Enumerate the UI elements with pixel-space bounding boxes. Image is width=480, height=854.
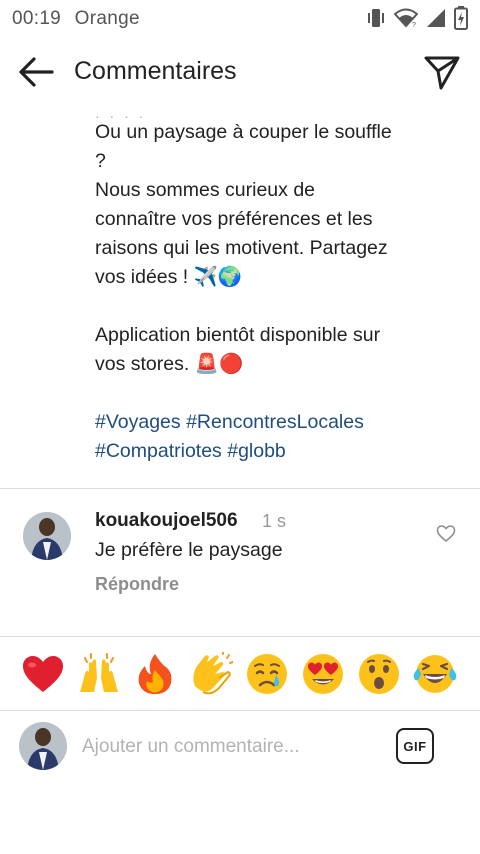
red-heart-emoji-icon [23, 656, 63, 692]
caption-line: vos stores. 🚨🔴 [95, 353, 244, 375]
comment-input[interactable] [82, 730, 372, 764]
wifi-icon: ? [394, 8, 418, 28]
raising-hands-emoji-icon [80, 653, 118, 692]
share-button[interactable] [422, 52, 462, 92]
hashtag-link[interactable]: #Voyages #RencontresLocales [95, 408, 435, 437]
comment-item: kouakoujoel506 1 s Je préfère le paysage… [0, 500, 480, 620]
page-title: Commentaires [74, 57, 237, 85]
status-left: 00:19 Orange [12, 8, 148, 30]
gif-button[interactable]: GIF [396, 728, 434, 764]
emoji-clapping-hands-button[interactable] [187, 650, 235, 698]
comment-time: 1 s [262, 511, 287, 531]
vibrate-icon [368, 9, 384, 27]
avatar [19, 722, 67, 770]
emoji-heart-eyes-button[interactable] [299, 650, 347, 698]
header: Commentaires [0, 36, 480, 108]
emoji-raising-hands-button[interactable] [75, 650, 123, 698]
caption-line: vos idées ! ✈️🌍 [95, 266, 243, 288]
hashtag-link[interactable]: #Compatriotes #globb [95, 437, 435, 466]
status-carrier: Orange [74, 8, 140, 29]
emoji-crying-face-button[interactable] [243, 650, 291, 698]
comment-text: Je préfère le paysage [95, 539, 283, 561]
caption-line: Application bientôt disponible sur [95, 324, 381, 346]
emoji-fire-button[interactable] [131, 650, 179, 698]
divider [0, 488, 480, 489]
svg-text:?: ? [412, 22, 416, 28]
like-button[interactable] [436, 524, 456, 544]
divider [0, 636, 480, 637]
heart-eyes-emoji-icon [303, 654, 343, 694]
surprised-face-emoji-icon [359, 654, 399, 694]
signal-icon [427, 9, 445, 27]
tears-of-joy-emoji-icon [413, 655, 457, 693]
fire-emoji-icon [138, 654, 172, 694]
emoji-heart-button[interactable] [19, 650, 67, 698]
emoji-tears-of-joy-button[interactable] [411, 650, 459, 698]
caption-line: connaître vos préférences et les [95, 208, 373, 230]
status-icons: ? [366, 6, 468, 30]
post-caption: · · · · Ou un paysage à couper le souffl… [95, 108, 435, 466]
arrow-left-icon [19, 57, 54, 87]
paper-plane-icon [424, 56, 460, 90]
heart-outline-icon [436, 525, 456, 542]
caption-line: raisons qui les motivent. Partagez [95, 237, 388, 259]
comment-input-bar: GIF [0, 712, 480, 782]
clapping-hands-emoji-icon [193, 652, 233, 695]
caption-line: ? [95, 150, 106, 172]
reply-button[interactable]: Répondre [95, 574, 179, 595]
caption-line: Nous sommes curieux de [95, 179, 316, 201]
truncation-dots: · · · · [95, 108, 147, 124]
avatar[interactable] [23, 512, 71, 560]
status-time: 00:19 [12, 8, 62, 29]
emoji-surprised-face-button[interactable] [355, 650, 403, 698]
crying-face-emoji-icon [247, 654, 287, 694]
emoji-reaction-bar [0, 646, 480, 706]
battery-charging-icon [454, 6, 468, 30]
status-bar: 00:19 Orange ? [0, 0, 480, 36]
divider [0, 710, 480, 711]
comment-username[interactable]: kouakoujoel506 [95, 510, 238, 532]
back-button[interactable] [16, 54, 56, 90]
